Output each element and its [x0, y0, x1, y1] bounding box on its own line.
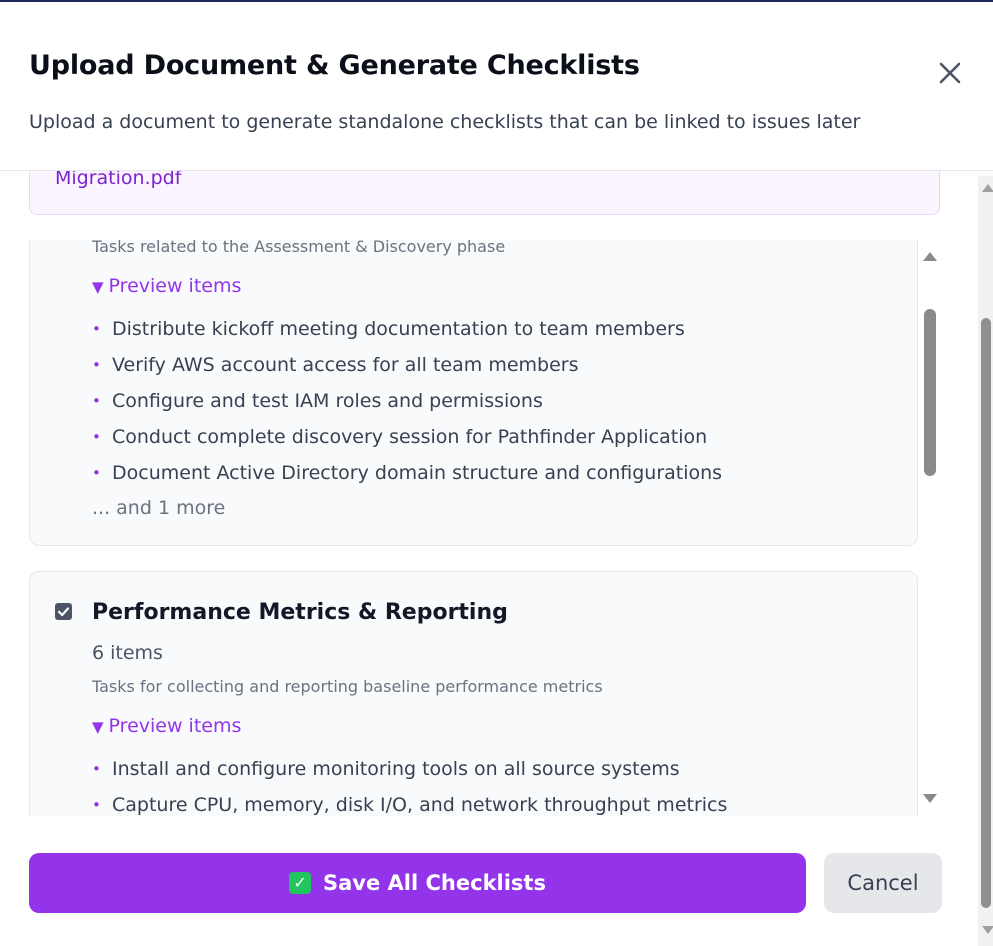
item-text: Document Active Directory domain structu… — [112, 462, 723, 484]
scroll-up-arrow-icon[interactable] — [923, 252, 937, 261]
item-text: Verify AWS account access for all team m… — [112, 354, 579, 376]
checklist-card: Tasks related to the Assessment & Discov… — [29, 240, 918, 546]
bullet-icon: • — [92, 428, 101, 446]
triangle-down-icon: ▼ — [92, 718, 104, 736]
preview-items-label: Preview items — [108, 715, 242, 737]
bullet-icon: • — [92, 320, 101, 338]
list-item: • Configure and test IAM roles and permis… — [92, 383, 722, 419]
cancel-button[interactable]: Cancel — [824, 853, 942, 913]
list-item: • Conduct complete discovery session for … — [92, 419, 722, 455]
scrollbar-thumb[interactable] — [981, 318, 991, 908]
bullet-icon: • — [92, 464, 101, 482]
scroll-down-arrow-icon[interactable] — [923, 794, 937, 803]
bullet-icon: • — [92, 760, 101, 778]
more-items-text: ... and 1 more — [92, 497, 226, 519]
checklist-list-scrollbar[interactable] — [918, 240, 942, 816]
scroll-down-arrow-icon[interactable] — [982, 926, 993, 934]
scroll-up-arrow-icon[interactable] — [982, 184, 993, 192]
checkmark-icon — [57, 607, 70, 617]
bullet-icon: • — [92, 392, 101, 410]
dialog-scrollbar[interactable] — [978, 176, 993, 946]
checklist-title: Performance Metrics & Reporting — [92, 600, 508, 625]
scrollbar-thumb[interactable] — [924, 309, 936, 476]
bullet-icon: • — [92, 796, 101, 814]
header-divider — [0, 170, 993, 171]
checklist-select-checkbox[interactable] — [55, 603, 72, 620]
checklist-list[interactable]: Tasks related to the Assessment & Discov… — [29, 240, 942, 816]
preview-item-list: • Install and configure monitoring tools … — [92, 751, 727, 816]
checklist-description: Tasks related to the Assessment & Discov… — [92, 240, 506, 256]
triangle-down-icon: ▼ — [92, 278, 104, 296]
close-icon[interactable] — [934, 57, 966, 89]
item-text: Conduct complete discovery session for P… — [112, 426, 708, 448]
item-text: Configure and test IAM roles and permiss… — [112, 390, 543, 412]
checklist-item-count: 6 items — [92, 642, 163, 664]
check-mark-icon: ✓ — [289, 872, 312, 894]
checklist-description: Tasks for collecting and reporting basel… — [92, 677, 603, 696]
item-text: Capture CPU, memory, disk I/O, and netwo… — [112, 794, 728, 816]
list-item: • Capture CPU, memory, disk I/O, and netw… — [92, 787, 727, 816]
preview-items-toggle[interactable]: ▼ Preview items — [92, 275, 241, 297]
dialog-header: Upload Document & Generate Checklists Up… — [0, 2, 993, 170]
list-item: • Document Active Directory domain struct… — [92, 455, 722, 491]
dialog-subtitle: Upload a document to generate standalone… — [29, 111, 861, 133]
item-text: Install and configure monitoring tools o… — [112, 758, 680, 780]
list-item: • Verify AWS account access for all team … — [92, 347, 722, 383]
checklist-card: Performance Metrics & Reporting 6 items … — [29, 571, 918, 816]
save-all-checklists-button[interactable]: ✓ Save All Checklists — [29, 853, 806, 913]
list-item: • Install and configure monitoring tools … — [92, 751, 727, 787]
preview-item-list: • Distribute kickoff meeting documentatio… — [92, 311, 722, 491]
preview-items-toggle[interactable]: ▼ Preview items — [92, 715, 241, 737]
item-text: Distribute kickoff meeting documentation… — [112, 318, 685, 340]
preview-items-label: Preview items — [108, 275, 242, 297]
list-item: • Distribute kickoff meeting documentatio… — [92, 311, 722, 347]
dialog-title: Upload Document & Generate Checklists — [29, 50, 640, 81]
upload-dialog: Migration.pdf Upload Document & Generate… — [0, 2, 993, 946]
bullet-icon: • — [92, 356, 101, 374]
save-all-label: Save All Checklists — [323, 871, 546, 895]
